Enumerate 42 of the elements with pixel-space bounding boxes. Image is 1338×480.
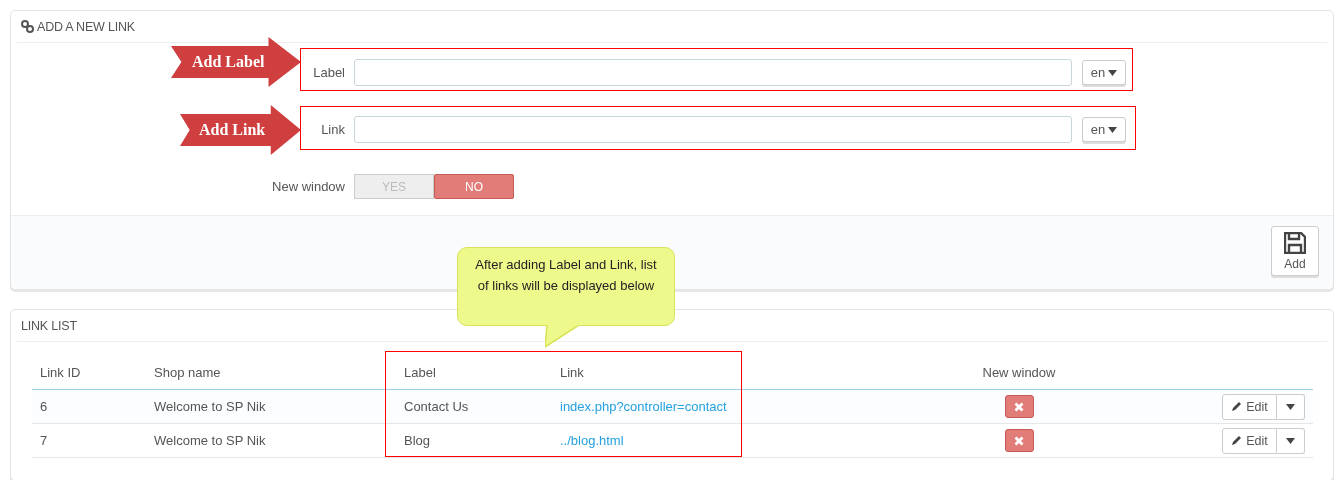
pencil-icon (1231, 401, 1243, 412)
panel-title: ADD A NEW LINK (37, 19, 135, 34)
text-field[interactable] (354, 59, 1072, 86)
column-header: Link ID (39, 364, 82, 380)
status-toggle[interactable] (1004, 395, 1034, 418)
field-label: Label (313, 65, 346, 80)
field-label: New window (272, 179, 346, 194)
save-icon (1284, 231, 1306, 254)
column-header: Label (403, 364, 437, 380)
dropdown-button[interactable] (1277, 427, 1305, 454)
callout-bubble: After adding Label and Link, list of links will be displayed below (457, 247, 675, 326)
button-label: Add (1284, 256, 1306, 271)
caret-icon (1108, 126, 1118, 133)
cross-icon (1014, 435, 1024, 446)
column-header: Link (559, 364, 585, 380)
language-dropdown[interactable]: en (1082, 117, 1126, 142)
callout-pointer (545, 325, 581, 349)
link-icon (21, 20, 34, 33)
cross-icon (1014, 401, 1024, 412)
table-cell-text: Welcome to SP Nik (153, 433, 267, 448)
table-cell-text: Blog (403, 433, 432, 448)
panel-title: LINK LIST (21, 318, 77, 333)
caret-icon (1286, 437, 1295, 444)
column-header: Shop name (153, 364, 222, 380)
field-label: Link (321, 122, 346, 137)
caret-icon (1286, 403, 1295, 410)
table-cell-text: Welcome to SP Nik (153, 399, 267, 414)
status-toggle[interactable] (1004, 429, 1034, 452)
table-cell-text: 6 (39, 399, 49, 414)
language-dropdown[interactable]: en (1082, 60, 1126, 85)
column-header: New window (981, 364, 1057, 380)
table-cell-text: Contact Us (403, 399, 470, 414)
pencil-icon (1231, 435, 1243, 446)
dropdown-button[interactable] (1277, 393, 1305, 420)
button-label: Edit (1246, 433, 1268, 448)
table-cell-text: 7 (39, 433, 49, 448)
caret-icon (1108, 69, 1118, 76)
button-label: Edit (1246, 399, 1268, 414)
add-button[interactable]: Add (1271, 226, 1319, 276)
edit-button[interactable]: Edit (1222, 427, 1277, 454)
text-field[interactable] (354, 116, 1072, 143)
edit-button[interactable]: Edit (1222, 393, 1277, 420)
